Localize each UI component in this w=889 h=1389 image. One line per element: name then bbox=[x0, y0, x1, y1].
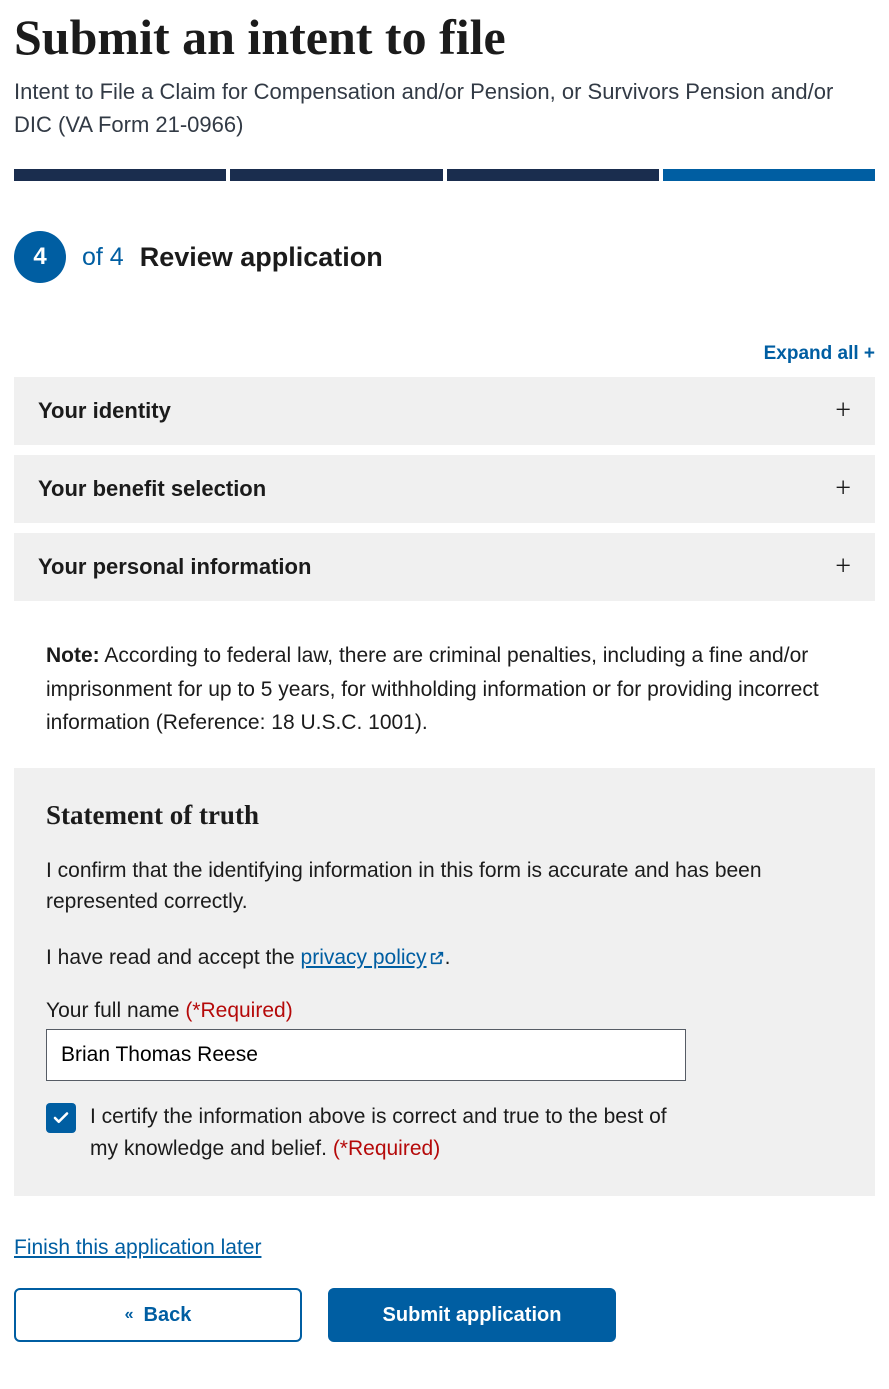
legal-note: Note: According to federal law, there ar… bbox=[14, 611, 875, 768]
expand-all-button[interactable]: Expand all + bbox=[14, 343, 875, 365]
submit-button[interactable]: Submit application bbox=[328, 1288, 616, 1342]
required-marker: (*Required) bbox=[185, 999, 292, 1022]
plus-icon: + bbox=[835, 553, 851, 581]
finish-later-link[interactable]: Finish this application later bbox=[14, 1236, 261, 1260]
plus-icon: + bbox=[835, 475, 851, 503]
back-button[interactable]: « Back bbox=[14, 1288, 302, 1342]
certify-label: I certify the information above is corre… bbox=[90, 1101, 690, 1164]
statement-p2: I have read and accept the privacy polic… bbox=[46, 942, 843, 976]
external-link-icon bbox=[429, 944, 445, 976]
plus-icon: + bbox=[835, 397, 851, 425]
progress-segment-1 bbox=[14, 169, 226, 181]
accordion-label: Your personal information bbox=[38, 554, 311, 580]
step-of-text: of 4 bbox=[82, 243, 124, 272]
progress-segment-3 bbox=[447, 169, 659, 181]
note-bold: Note: bbox=[46, 644, 100, 667]
progress-segment-4 bbox=[663, 169, 875, 181]
page-subtitle: Intent to File a Claim for Compensation … bbox=[14, 75, 875, 141]
full-name-input[interactable] bbox=[46, 1029, 686, 1081]
progress-segment-2 bbox=[230, 169, 442, 181]
chevron-left-icon: « bbox=[125, 1306, 130, 1324]
statement-p2-prefix: I have read and accept the bbox=[46, 946, 301, 969]
privacy-policy-link[interactable]: privacy policy bbox=[301, 946, 445, 969]
full-name-label: Your full name (*Required) bbox=[46, 999, 843, 1023]
certify-checkbox[interactable] bbox=[46, 1103, 76, 1133]
step-title: Review application bbox=[140, 242, 383, 273]
statement-p2-suffix: . bbox=[445, 946, 451, 969]
progress-bar bbox=[14, 169, 875, 181]
note-text: According to federal law, there are crim… bbox=[46, 644, 819, 734]
accordion-label: Your identity bbox=[38, 398, 171, 424]
page-title: Submit an intent to file bbox=[14, 10, 875, 65]
step-indicator: 4 of 4 Review application bbox=[14, 231, 875, 283]
required-marker: (*Required) bbox=[333, 1137, 440, 1160]
accordion-your-benefit-selection[interactable]: Your benefit selection + bbox=[14, 455, 875, 523]
check-icon bbox=[52, 1109, 70, 1127]
accordion-your-personal-information[interactable]: Your personal information + bbox=[14, 533, 875, 601]
accordion-your-identity[interactable]: Your identity + bbox=[14, 377, 875, 445]
statement-of-truth: Statement of truth I confirm that the id… bbox=[14, 768, 875, 1197]
step-number-circle: 4 bbox=[14, 231, 66, 283]
accordion-label: Your benefit selection bbox=[38, 476, 266, 502]
statement-p1: I confirm that the identifying informati… bbox=[46, 855, 843, 918]
statement-heading: Statement of truth bbox=[46, 800, 843, 831]
